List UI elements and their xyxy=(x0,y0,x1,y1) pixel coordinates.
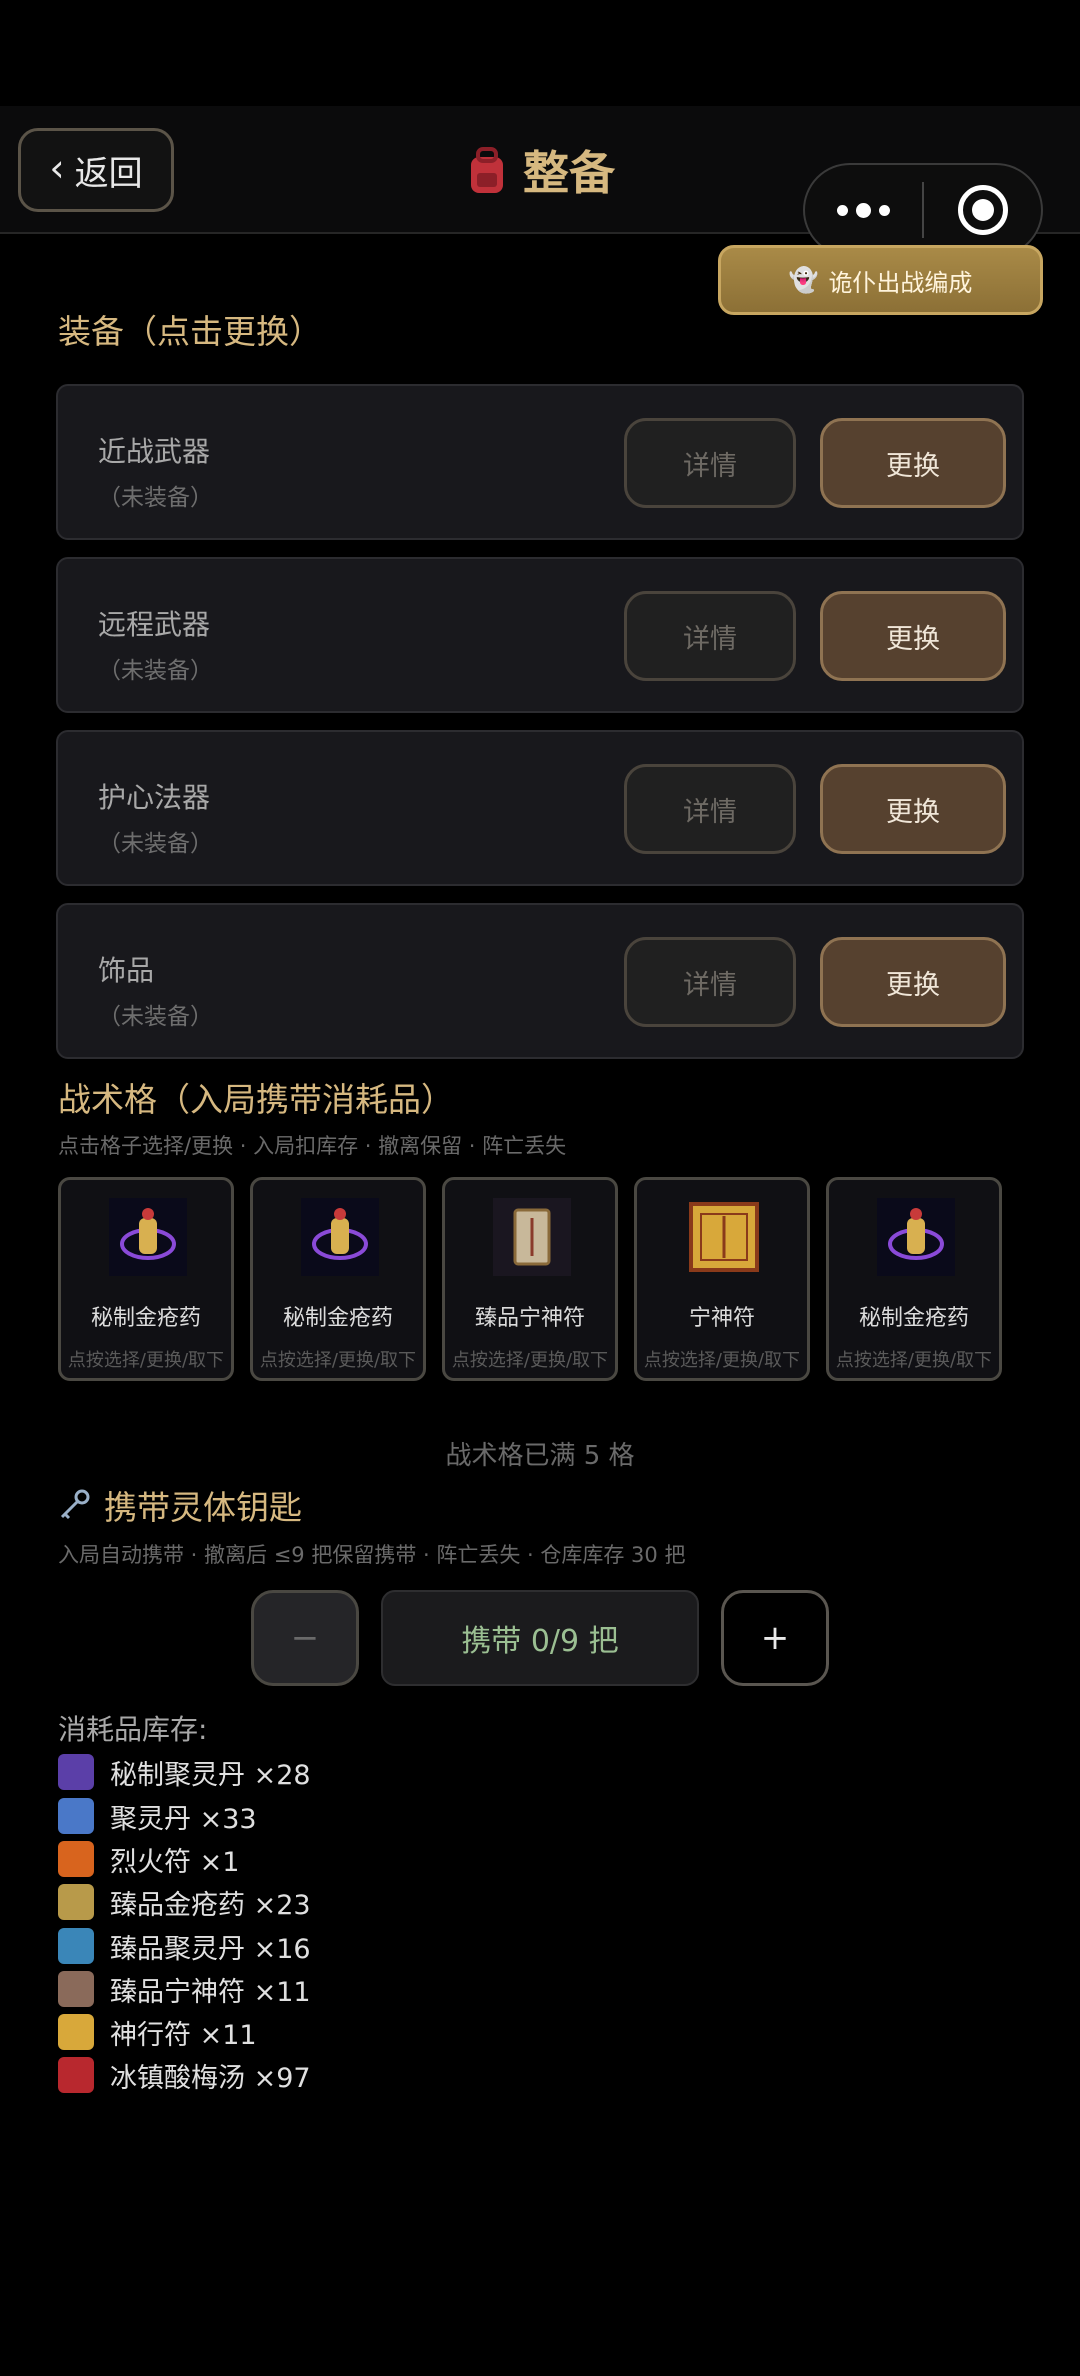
equip-name: 饰品 xyxy=(98,954,155,987)
slot-hint: 点按选择/更换/取下 xyxy=(67,1350,225,1371)
equip-card-melee: 近战武器 （未装备） 详情 更换 xyxy=(56,384,1024,540)
inventory-item: 臻品金疮药 ×23 xyxy=(58,1882,311,1922)
status-bar xyxy=(0,0,1080,106)
inventory-item-label: 聚灵丹 ×33 xyxy=(110,1803,257,1835)
tactic-slot-5[interactable]: 秘制金疮药 点按选择/更换/取下 xyxy=(826,1177,1002,1381)
equip-status: （未装备） xyxy=(98,1004,213,1030)
drink-icon xyxy=(58,2057,94,2093)
tactics-hint: 点击格子选择/更换 · 入局扣库存 · 撤离保留 · 阵亡丢失 xyxy=(58,1134,567,1158)
talisman-icon xyxy=(58,2014,94,2050)
potion-icon xyxy=(301,1198,379,1276)
key-section-title: 携带灵体钥匙 xyxy=(56,1481,302,1529)
equip-name: 远程武器 xyxy=(98,608,211,641)
tactics-section-title: 战术格（入局携带消耗品） xyxy=(58,1080,454,1119)
scroll-icon xyxy=(58,1971,94,2007)
key-carry-count: 携带 0/9 把 xyxy=(381,1590,699,1686)
close-program-button[interactable] xyxy=(924,165,1041,255)
inventory-item-label: 秘制聚灵丹 ×28 xyxy=(110,1759,311,1791)
tactic-slot-1[interactable]: 秘制金疮药 点按选择/更换/取下 xyxy=(58,1177,234,1381)
equipment-section-title: 装备（点击更换） xyxy=(58,312,322,351)
talisman-icon xyxy=(493,1198,571,1276)
fire-icon xyxy=(58,1841,94,1877)
inventory-item-label: 臻品聚灵丹 ×16 xyxy=(110,1933,311,1965)
slot-name: 秘制金疮药 xyxy=(282,1306,393,1331)
potion-icon xyxy=(109,1198,187,1276)
inventory-item: 冰镇酸梅汤 ×97 xyxy=(58,2055,311,2095)
equip-status: （未装备） xyxy=(98,831,213,857)
slot-hint: 点按选择/更换/取下 xyxy=(643,1350,801,1371)
decrease-key-button[interactable]: − xyxy=(251,1590,359,1686)
detail-button[interactable]: 详情 xyxy=(624,591,796,681)
equip-card-ranged: 远程武器 （未装备） 详情 更换 xyxy=(56,557,1024,713)
tactic-slot-2[interactable]: 秘制金疮药 点按选择/更换/取下 xyxy=(250,1177,426,1381)
slot-name: 臻品宁神符 xyxy=(474,1306,585,1331)
increase-key-button[interactable]: + xyxy=(721,1590,829,1686)
equip-status: （未装备） xyxy=(98,485,213,511)
inventory-item: 臻品宁神符 ×11 xyxy=(58,1969,311,2009)
inventory-item-label: 臻品宁神符 ×11 xyxy=(110,1976,311,2008)
formation-label: 诡仆出战编成 xyxy=(828,268,973,297)
slots-full-text: 战术格已满 5 格 xyxy=(445,1441,635,1471)
swap-button[interactable]: 更换 xyxy=(820,591,1006,681)
inventory-item-label: 冰镇酸梅汤 ×97 xyxy=(110,2062,311,2094)
detail-button[interactable]: 详情 xyxy=(624,764,796,854)
equip-card-accessory: 饰品 （未装备） 详情 更换 xyxy=(56,903,1024,1059)
slot-hint: 点按选择/更换/取下 xyxy=(835,1350,993,1371)
equip-status: （未装备） xyxy=(98,658,213,684)
slot-hint: 点按选择/更换/取下 xyxy=(259,1350,417,1371)
backpack-icon xyxy=(471,147,503,193)
swap-button[interactable]: 更换 xyxy=(820,937,1006,1027)
detail-button[interactable]: 详情 xyxy=(624,418,796,508)
inventory-title: 消耗品库存: xyxy=(58,1713,208,1746)
inventory-item: 臻品聚灵丹 ×16 xyxy=(58,1926,311,1966)
more-button[interactable] xyxy=(805,165,922,255)
swap-button[interactable]: 更换 xyxy=(820,764,1006,854)
purple-orb-icon xyxy=(58,1754,94,1790)
mini-program-capsule xyxy=(803,163,1043,257)
slot-name: 宁神符 xyxy=(688,1306,755,1331)
tactic-slot-4[interactable]: 宁神符 点按选择/更换/取下 xyxy=(634,1177,810,1381)
swap-button[interactable]: 更换 xyxy=(820,418,1006,508)
slot-name: 秘制金疮药 xyxy=(858,1306,969,1331)
key-title-text: 携带灵体钥匙 xyxy=(104,1488,302,1527)
blue-orb-icon xyxy=(58,1928,94,1964)
more-icon xyxy=(837,202,890,218)
equip-name: 护心法器 xyxy=(98,781,211,814)
slot-hint: 点按选择/更换/取下 xyxy=(451,1350,609,1371)
inventory-item: 聚灵丹 ×33 xyxy=(58,1796,257,1836)
key-hint: 入局自动携带 · 撤离后 ≤9 把保留携带 · 阵亡丢失 · 仓库库存 30 把 xyxy=(58,1543,686,1567)
inventory-item-label: 神行符 ×11 xyxy=(110,2019,257,2051)
inventory-item-label: 烈火符 ×1 xyxy=(110,1846,240,1878)
tactic-slot-3[interactable]: 臻品宁神符 点按选择/更换/取下 xyxy=(442,1177,618,1381)
target-icon xyxy=(957,185,1008,235)
key-icon xyxy=(60,1489,90,1520)
inventory-item: 秘制聚灵丹 ×28 xyxy=(58,1752,311,1792)
inventory-item: 烈火符 ×1 xyxy=(58,1839,239,1879)
detail-button[interactable]: 详情 xyxy=(624,937,796,1027)
inventory-item-label: 臻品金疮药 ×23 xyxy=(110,1889,311,1921)
ghost-icon: 👻 xyxy=(788,266,819,294)
page-title-text: 整备 xyxy=(523,146,615,200)
equip-name: 近战武器 xyxy=(98,435,211,468)
talisman-icon xyxy=(685,1198,763,1276)
potion-icon xyxy=(877,1198,955,1276)
inventory-item: 神行符 ×11 xyxy=(58,2012,257,2052)
gold-flask-icon xyxy=(58,1884,94,1920)
blue-flask-icon xyxy=(58,1798,94,1834)
equip-card-heart-guard: 护心法器 （未装备） 详情 更换 xyxy=(56,730,1024,886)
slot-name: 秘制金疮药 xyxy=(90,1306,201,1331)
formation-button[interactable]: 👻 诡仆出战编成 xyxy=(718,245,1043,315)
